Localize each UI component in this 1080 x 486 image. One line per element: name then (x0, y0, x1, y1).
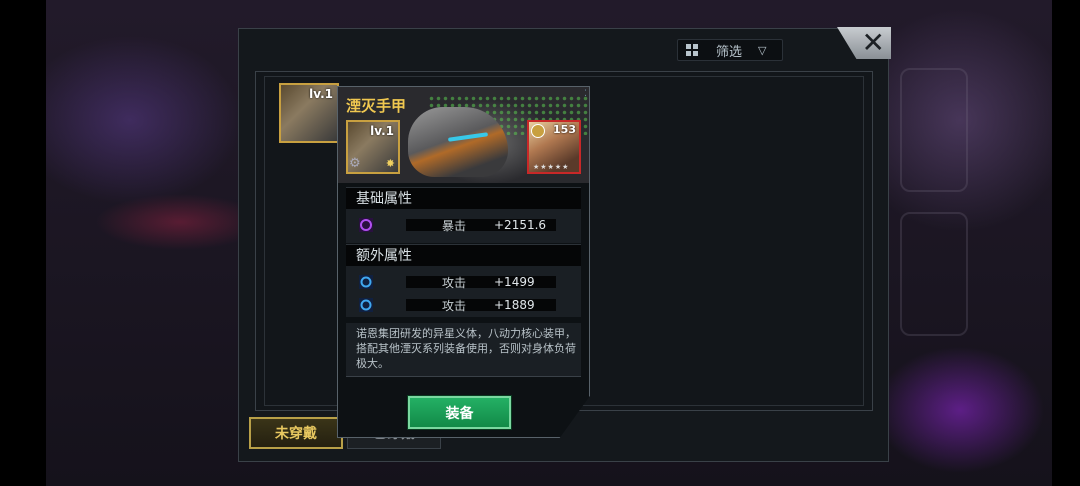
item-level: lv.1 (309, 87, 333, 101)
extra-attributes-header: 额外属性 (346, 244, 581, 266)
attribute-value: +2151.6 (494, 218, 547, 232)
item-title: 湮灭手甲 (346, 97, 407, 115)
triangle-down-icon: ▽ (758, 43, 767, 57)
close-icon: ✕ (861, 25, 885, 59)
equip-button[interactable]: 装备 (408, 396, 511, 429)
attribute-name: 攻击 (442, 298, 467, 313)
attack-icon (359, 298, 373, 312)
left-letterbox (0, 0, 46, 486)
attribute-name: 暴击 (442, 218, 467, 233)
hero-level: 153 (553, 123, 576, 136)
attribute-name: 攻击 (442, 275, 467, 290)
gauntlet-icon (408, 107, 508, 177)
right-letterbox (1052, 0, 1080, 486)
hero-portrait[interactable]: 153 ★★★★★ (527, 120, 581, 174)
close-button[interactable]: ✕ (837, 27, 891, 59)
crit-icon (359, 218, 373, 232)
inventory-item[interactable]: lv.1 (279, 83, 339, 143)
item-description: 诺恩集团研发的异星义体，八动力核心装甲，搭配其他湮灭系列装备使用，否则对身体负荷… (346, 323, 581, 377)
background-card (900, 68, 968, 192)
filter-label: 筛选 (716, 44, 743, 60)
attribute-row: 暴击 +2151.6 (346, 215, 581, 235)
background-card (900, 212, 968, 336)
attribute-row: 攻击 +1499 (346, 272, 581, 292)
grid-icon (686, 44, 698, 56)
item-detail-card: 湮灭手甲 ⁚ lv.1 ⚙ ✸ 153 ★★★★★ 基础属性 暴击 +2151.… (337, 86, 590, 438)
gear-icon: ⚙ (349, 156, 361, 171)
faction-badge-icon (531, 124, 545, 138)
filter-button[interactable]: 筛选 ▽ (677, 39, 783, 61)
rank-stars-icon: ★★★★★ (533, 163, 570, 171)
item-thumbnail: lv.1 ⚙ ✸ (346, 120, 400, 174)
star-icon: ✸ (385, 157, 395, 170)
corner-dots-icon: ⁚ (584, 89, 587, 99)
item-level: lv.1 (370, 124, 394, 138)
attribute-value: +1889 (494, 298, 535, 312)
attribute-value: +1499 (494, 275, 535, 289)
attack-icon (359, 275, 373, 289)
attribute-row: 攻击 +1889 (346, 295, 581, 315)
base-attributes-header: 基础属性 (346, 187, 581, 209)
tab-unequipped[interactable]: 未穿戴 (249, 417, 343, 449)
